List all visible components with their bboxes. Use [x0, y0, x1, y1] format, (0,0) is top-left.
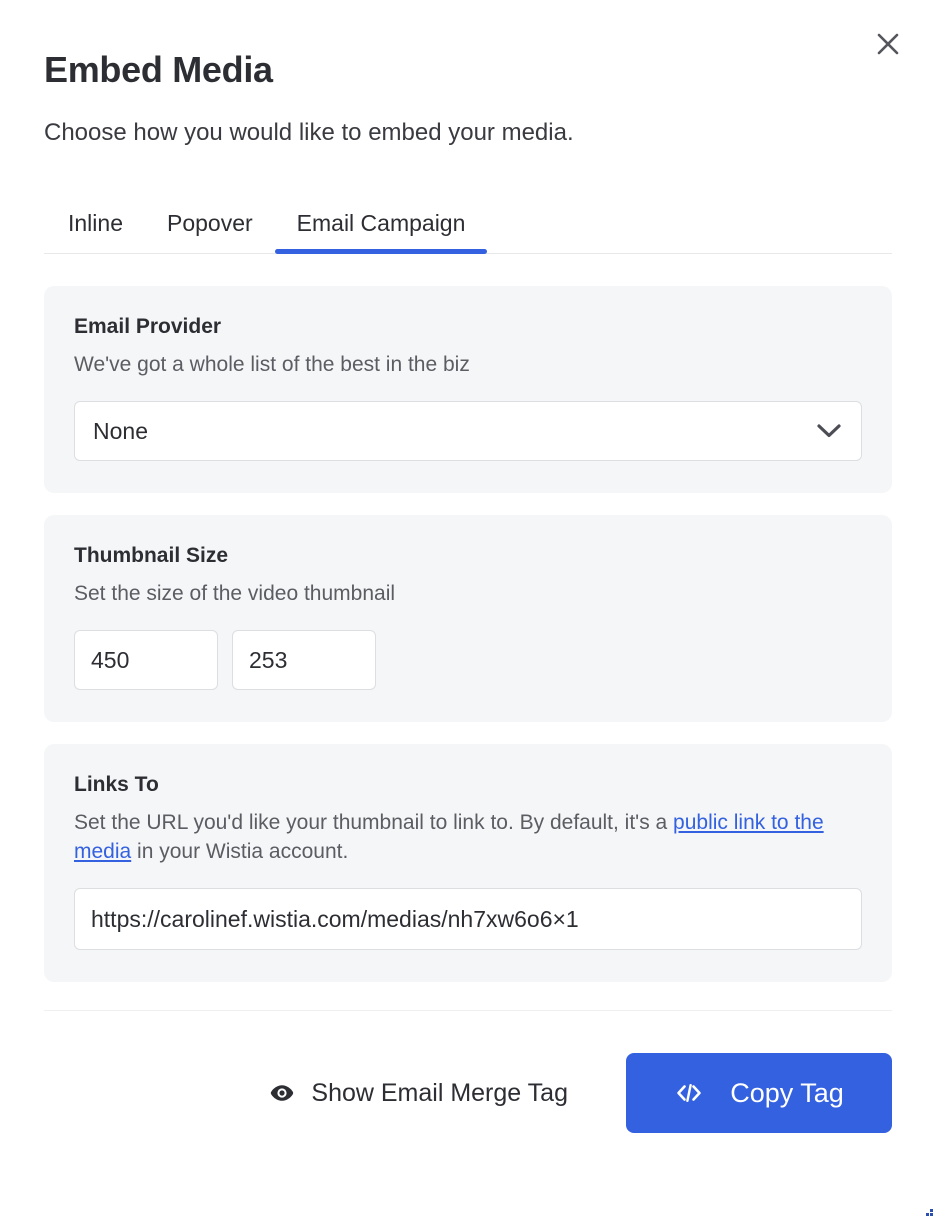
links-to-section: Links To Set the URL you'd like your thu…	[44, 744, 892, 982]
thumbnail-size-title: Thumbnail Size	[74, 544, 229, 567]
dialog-footer: Show Email Merge Tag Copy Tag	[44, 1053, 892, 1133]
thumbnail-width-input[interactable]	[74, 630, 218, 690]
footer-divider	[44, 1010, 892, 1011]
thumbnail-height-input[interactable]	[232, 630, 376, 690]
tab-inline[interactable]: Inline	[44, 209, 145, 253]
page-subtitle: Choose how you would like to embed your …	[44, 119, 574, 146]
email-provider-select-wrapper: None	[74, 401, 862, 461]
tab-popover[interactable]: Popover	[145, 209, 275, 253]
resize-grip-icon	[922, 1204, 934, 1216]
thumbnail-size-description: Set the size of the video thumbnail	[74, 582, 396, 605]
links-to-title: Links To	[74, 773, 159, 796]
tab-email-campaign[interactable]: Email Campaign	[274, 209, 488, 254]
thumbnail-size-inputs	[74, 630, 862, 690]
links-to-url-input[interactable]	[74, 888, 862, 950]
copy-tag-label: Copy Tag	[730, 1077, 844, 1108]
links-to-description-before: Set the URL you'd like your thumbnail to…	[74, 811, 674, 834]
links-to-description: Set the URL you'd like your thumbnail to…	[74, 798, 862, 866]
page-title: Embed Media	[44, 49, 273, 90]
email-provider-title: Email Provider	[74, 315, 222, 338]
links-to-description-after: in your Wistia account.	[131, 840, 349, 863]
email-provider-section: Email Provider We've got a whole list of…	[44, 286, 892, 493]
close-button[interactable]	[866, 22, 910, 66]
copy-tag-button[interactable]: Copy Tag	[626, 1053, 892, 1133]
embed-type-tabs: Inline Popover Email Campaign	[44, 198, 892, 254]
email-provider-selected-value: None	[93, 417, 148, 444]
close-icon	[875, 31, 901, 57]
show-email-merge-tag-label: Show Email Merge Tag	[311, 1079, 568, 1107]
email-provider-select[interactable]: None	[74, 401, 862, 461]
thumbnail-size-section: Thumbnail Size Set the size of the video…	[44, 515, 892, 722]
eye-icon	[269, 1083, 295, 1103]
show-email-merge-tag-button[interactable]: Show Email Merge Tag	[269, 1078, 568, 1108]
code-icon	[674, 1081, 704, 1105]
email-provider-description: We've got a whole list of the best in th…	[74, 353, 470, 376]
embed-media-dialog: Embed Media Choose how you would like to…	[0, 0, 936, 1218]
